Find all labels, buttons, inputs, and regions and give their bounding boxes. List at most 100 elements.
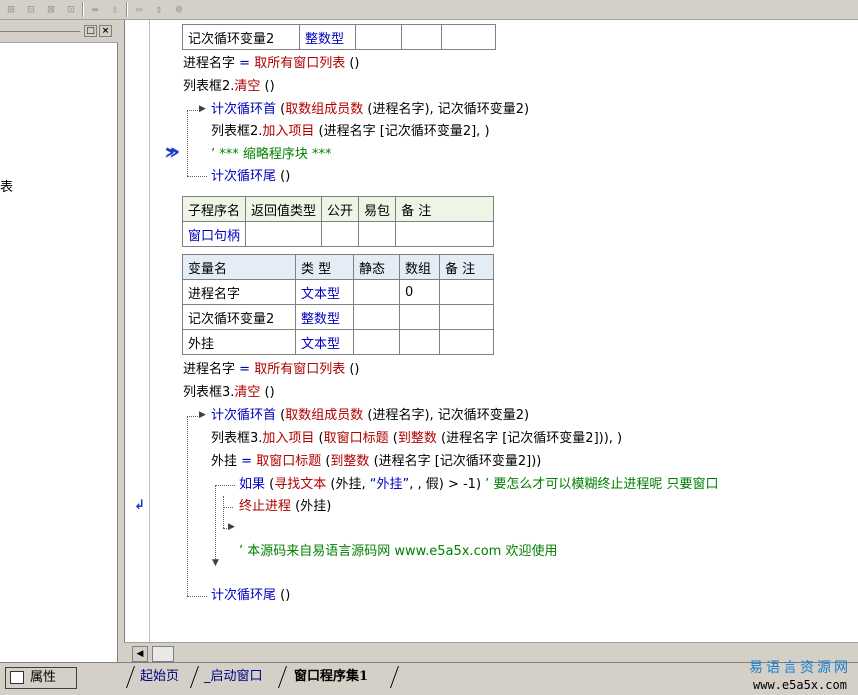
align-center-icon[interactable]: ⊟: [22, 1, 40, 18]
same-width-icon[interactable]: ⇔: [130, 1, 148, 18]
breakpoint-marker-icon[interactable]: ≫: [166, 145, 180, 160]
var-type-cell[interactable]: 文本型: [295, 329, 354, 355]
var-array-cell[interactable]: 0: [399, 279, 440, 305]
sub-return-cell[interactable]: [245, 221, 323, 247]
table-row: 记次循环变量2 整数型: [182, 304, 494, 330]
tab-divider: [389, 666, 400, 688]
var-type-cell[interactable]: 文本型: [295, 279, 354, 305]
code-line[interactable]: 外挂 = 取窗口标题 (到整数 (进程名字 [记次循环变量2])): [211, 453, 541, 471]
col-header: 返回值类型: [245, 196, 323, 222]
var-note-cell[interactable]: [439, 329, 494, 355]
var-note-cell[interactable]: [439, 304, 494, 330]
if-guide: [215, 485, 216, 565]
col-header: 数组: [399, 254, 440, 280]
collapsed-block-comment[interactable]: ’ *** 缩略程序块 ***: [211, 146, 332, 164]
table-header-row: 变量名 类 型 静态 数组 备 注: [182, 254, 494, 280]
same-size-icon[interactable]: ⊕: [170, 1, 188, 18]
editor-margin[interactable]: ≫ ↲: [125, 20, 179, 642]
var-array-cell[interactable]: [401, 24, 442, 50]
tab-window-assembly[interactable]: 窗口程序集1: [294, 666, 368, 688]
loop-guide: [187, 110, 188, 176]
var-name-cell[interactable]: 进程名字: [182, 279, 296, 305]
if-true-guide: [223, 507, 233, 508]
var-note-cell[interactable]: [441, 24, 496, 50]
tab-startup-window[interactable]: _启动窗口: [204, 666, 263, 688]
distribute-h-icon[interactable]: ⇹: [86, 1, 104, 18]
watermark-logo: 易语言资源网 www.e5a5x.com: [742, 660, 858, 695]
tab-start-page[interactable]: 起始页: [140, 666, 179, 688]
pin-button[interactable]: □: [84, 25, 97, 37]
col-header: 备 注: [439, 254, 494, 280]
if-true-guide: [223, 496, 224, 528]
var-note-cell[interactable]: [439, 279, 494, 305]
if-guide: [215, 485, 235, 486]
code-line[interactable]: 列表框3.加入项目 (取窗口标题 (到整数 (进程名字 [记次循环变量2])),…: [211, 430, 622, 448]
var-type-cell[interactable]: 整数型: [295, 304, 354, 330]
variable-table: 变量名 类 型 静态 数组 备 注 进程名字 文本型 0 记次循环变量2 整数型…: [182, 254, 494, 355]
properties-label: 属性: [30, 670, 57, 685]
code-line[interactable]: 列表框2.清空 (): [183, 78, 275, 96]
align-left-icon[interactable]: ⊞: [2, 1, 20, 18]
code-line[interactable]: 计次循环尾 (): [211, 168, 290, 186]
tab-divider: [125, 666, 136, 688]
var-static-cell[interactable]: [353, 304, 400, 330]
var-static-cell[interactable]: [353, 329, 400, 355]
sub-note-cell[interactable]: [395, 221, 495, 247]
toolbar-separator: [126, 2, 128, 17]
properties-button[interactable]: 属性: [5, 667, 77, 689]
table-row: 记次循环变量2 整数型: [182, 24, 496, 50]
var-array-cell[interactable]: [399, 304, 440, 330]
col-header: 公开: [321, 196, 360, 222]
col-header: 子程序名: [181, 196, 247, 222]
sub-name-cell[interactable]: 窗口句柄: [181, 221, 247, 247]
watermark-url: www.e5a5x.com: [753, 678, 847, 692]
code-line[interactable]: 如果 (寻找文本 (外挂, “外挂”, , 假) > -1) ’ 要怎么才可以模…: [239, 476, 719, 494]
code-line[interactable]: 进程名字 = 取所有窗口列表 (): [183, 55, 359, 73]
col-header: 静态: [353, 254, 400, 280]
code-line[interactable]: 计次循环首 (取数组成员数 (进程名字), 记次循环变量2): [211, 407, 529, 425]
var-static-cell[interactable]: [353, 279, 400, 305]
table-row: 进程名字 文本型 0: [182, 279, 494, 305]
col-header: 类 型: [295, 254, 354, 280]
tab-divider: [277, 666, 288, 688]
left-panel: □ × 表: [0, 20, 118, 662]
comment-line[interactable]: ’ 本源码来自易语言源码网 www.e5a5x.com 欢迎使用: [239, 543, 557, 561]
code-line[interactable]: 计次循环首 (取数组成员数 (进程名字), 记次循环变量2): [211, 101, 529, 119]
loop-arrow-icon: ▶: [199, 410, 206, 420]
code-editor[interactable]: ≫ ↲ ≫ 记次循环变量2 整数型 进程名字 = 取所有窗口列表 () 列表框2…: [124, 20, 858, 642]
left-panel-grip[interactable]: [0, 31, 80, 32]
var-array-cell[interactable]: [399, 329, 440, 355]
var-name-cell[interactable]: 外挂: [182, 329, 296, 355]
sub-public-cell[interactable]: [321, 221, 360, 247]
code-line[interactable]: 列表框2.加入项目 (进程名字 [记次循环变量2], ): [211, 123, 490, 141]
watermark-name: 易语言资源网: [749, 660, 851, 676]
sub-epkg-cell[interactable]: [358, 221, 397, 247]
distribute-v-icon[interactable]: ⇳: [106, 1, 124, 18]
scroll-thumb[interactable]: [152, 646, 174, 662]
align-right-icon[interactable]: ⊠: [42, 1, 60, 18]
align-justify-icon[interactable]: ⊡: [62, 1, 80, 18]
jump-marker-icon[interactable]: ↲: [134, 498, 145, 513]
code-line[interactable]: 终止进程 (外挂): [239, 498, 331, 516]
properties-icon: [10, 671, 24, 684]
left-panel-text-fragment: 表: [0, 180, 14, 195]
variable-table-top: 记次循环变量2 整数型: [182, 24, 496, 50]
same-height-icon[interactable]: ⇕: [150, 1, 168, 18]
tab-divider: [189, 666, 200, 688]
var-name-cell[interactable]: 记次循环变量2: [182, 304, 296, 330]
if-end-arrow-icon: ▼: [212, 558, 219, 568]
bottom-bar: 属性 起始页 _启动窗口 窗口程序集1: [0, 662, 858, 695]
close-button[interactable]: ×: [99, 25, 112, 37]
subroutine-table: 子程序名 返回值类型 公开 易包 备 注 窗口句柄: [181, 196, 495, 247]
left-panel-header: □ ×: [0, 20, 118, 43]
var-static-cell[interactable]: [355, 24, 402, 50]
code-line[interactable]: 计次循环尾 (): [211, 587, 290, 605]
var-type-cell[interactable]: 整数型: [299, 24, 356, 50]
scroll-left-button[interactable]: ◀: [132, 646, 148, 662]
code-line[interactable]: 进程名字 = 取所有窗口列表 (): [183, 361, 359, 379]
code-line[interactable]: 列表框3.清空 (): [183, 384, 275, 402]
col-header: 备 注: [395, 196, 495, 222]
var-name-cell[interactable]: 记次循环变量2: [182, 24, 300, 50]
horizontal-scrollbar[interactable]: ◀: [124, 642, 858, 662]
toolbar-separator: [82, 2, 84, 17]
